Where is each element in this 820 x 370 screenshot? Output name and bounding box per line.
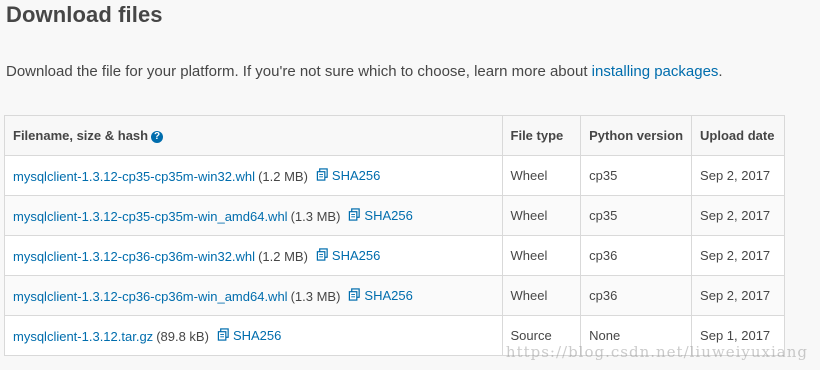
header-filename: Filename, size & hash? (4, 115, 503, 156)
table-row: mysqlclient-1.3.12-cp36-cp36m-win_amd64.… (4, 275, 785, 316)
cell-upload-date: Sep 2, 2017 (691, 235, 785, 276)
cell-file-type: Wheel (501, 195, 582, 236)
copy-icon (316, 167, 329, 184)
help-circle-icon[interactable]: ? (151, 130, 164, 143)
table-row: mysqlclient-1.3.12-cp35-cp35m-win_amd64.… (4, 195, 785, 236)
intro-end: . (718, 63, 723, 80)
file-size: (89.8 kB) (156, 328, 209, 344)
cell-upload-date: Sep 2, 2017 (691, 275, 785, 316)
header-python-version: Python version (580, 115, 693, 156)
file-download-link[interactable]: mysqlclient-1.3.12-cp36-cp36m-win_amd64.… (13, 289, 288, 304)
cell-filename: mysqlclient-1.3.12-cp36-cp36m-win32.whl(… (4, 235, 503, 276)
file-download-link[interactable]: mysqlclient-1.3.12-cp35-cp35m-win_amd64.… (13, 209, 288, 224)
copy-icon (316, 247, 329, 264)
file-size: (1.2 MB) (258, 248, 308, 264)
cell-file-type: Wheel (501, 235, 582, 276)
page-title: Download files (6, 2, 163, 27)
installing-packages-link[interactable]: installing packages (592, 63, 719, 80)
header-upload-date: Upload date (691, 115, 785, 156)
cell-python-version: cp36 (580, 235, 693, 276)
cell-file-type: Wheel (501, 155, 582, 196)
file-size: (1.2 MB) (258, 168, 308, 184)
cell-python-version: cp35 (580, 195, 693, 236)
cell-python-version: cp36 (580, 275, 693, 316)
cell-upload-date: Sep 2, 2017 (691, 195, 785, 236)
copy-icon (348, 207, 361, 224)
cell-file-type: Wheel (501, 275, 582, 316)
sha256-hash-link[interactable]: SHA256 (348, 287, 413, 304)
header-filename-label: Filename, size & hash (13, 128, 149, 143)
copy-icon (348, 287, 361, 304)
cell-filename: mysqlclient-1.3.12.tar.gz (89.8 kB) SHA256 (4, 315, 503, 356)
intro-paragraph: Download the file for your platform. If … (6, 63, 723, 80)
table-body: mysqlclient-1.3.12-cp35-cp35m-win32.whl(… (4, 155, 785, 356)
cell-filename: mysqlclient-1.3.12-cp36-cp36m-win_amd64.… (4, 275, 503, 316)
table-header-row: Filename, size & hash? File type Python … (4, 115, 785, 156)
file-download-link[interactable]: mysqlclient-1.3.12-cp35-cp35m-win32.whl (13, 169, 255, 184)
cell-filename: mysqlclient-1.3.12-cp35-cp35m-win32.whl(… (4, 155, 503, 196)
sha256-hash-link[interactable]: SHA256 (217, 327, 282, 344)
sha256-hash-link[interactable]: SHA256 (316, 167, 381, 184)
sha256-label: SHA256 (331, 168, 381, 183)
table-row: mysqlclient-1.3.12-cp36-cp36m-win32.whl(… (4, 235, 785, 276)
sha256-label: SHA256 (364, 288, 413, 303)
sha256-hash-link[interactable]: SHA256 (316, 247, 381, 264)
cell-python-version: cp35 (580, 155, 693, 196)
sha256-hash-link[interactable]: SHA256 (348, 207, 413, 224)
file-size: (1.3 MB) (290, 288, 341, 304)
file-download-link[interactable]: mysqlclient-1.3.12.tar.gz (13, 329, 153, 344)
intro-text: Download the file for your platform. If … (6, 63, 592, 80)
file-size: (1.3 MB) (290, 208, 341, 224)
cell-filename: mysqlclient-1.3.12-cp35-cp35m-win_amd64.… (4, 195, 503, 236)
header-file-type: File type (501, 115, 582, 156)
file-download-link[interactable]: mysqlclient-1.3.12-cp36-cp36m-win32.whl (13, 249, 255, 264)
sha256-label: SHA256 (364, 208, 413, 223)
table-row: mysqlclient-1.3.12-cp35-cp35m-win32.whl(… (4, 155, 785, 196)
download-files-table: Filename, size & hash? File type Python … (4, 115, 785, 356)
sha256-label: SHA256 (331, 248, 381, 263)
sha256-label: SHA256 (232, 328, 282, 343)
copy-icon (217, 327, 230, 344)
cell-upload-date: Sep 2, 2017 (691, 155, 785, 196)
watermark: https://blog.csdn.net/liuweiyuxiang (505, 343, 808, 361)
